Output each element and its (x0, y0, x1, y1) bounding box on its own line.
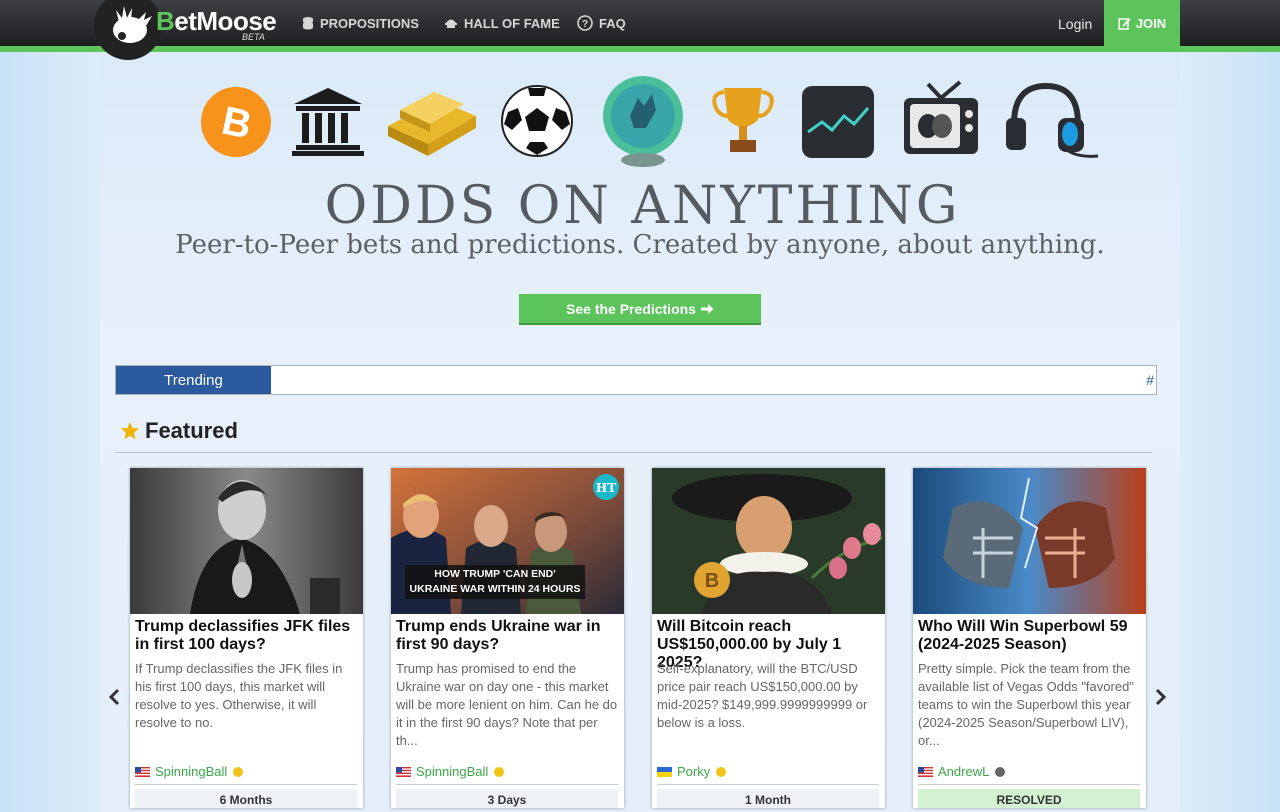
tv-theater-icon (904, 80, 978, 154)
us-flag-icon (918, 766, 933, 777)
featured-heading: Featured (121, 418, 238, 444)
prediction-card[interactable]: Trump declassifies JFK files in first 10… (130, 468, 363, 808)
nav-propositions[interactable]: PROPOSITIONS (302, 0, 419, 46)
card-author-name: AndrewL (938, 764, 990, 779)
card-divider (918, 784, 1140, 785)
moose-logo-icon (113, 6, 152, 43)
nav-faq[interactable]: ? FAQ (577, 0, 626, 46)
star-icon (121, 422, 139, 440)
bitcoin-icon: B (201, 87, 271, 157)
prediction-card[interactable]: HT HOW TRUMP 'CAN END' UKRAINE WAR WITHI… (391, 468, 624, 808)
brand-initial: B (156, 6, 175, 36)
superbowl-helmets-image (913, 468, 1146, 614)
featured-title: Featured (145, 418, 238, 443)
card-footer: 1 Month (657, 789, 879, 808)
card-divider (396, 784, 618, 785)
trump-ukraine-photo: HT HOW TRUMP 'CAN END' UKRAINE WAR WITHI… (391, 468, 624, 614)
jfk-photo (130, 468, 363, 614)
carousel-next-icon[interactable] (1155, 688, 1167, 706)
prediction-card[interactable]: B Will Bitcoin reach US$150,000.00 by Ju… (652, 468, 885, 808)
trending-label: Trending (116, 366, 271, 394)
ht-badge: HT (596, 481, 616, 495)
nav-faq-label: FAQ (599, 15, 626, 31)
see-predictions-label: See the Predictions (566, 300, 696, 317)
coins-icon (303, 17, 313, 30)
question-icon: ? (577, 15, 593, 31)
prediction-card[interactable]: Who Will Win Superbowl 59 (2024-2025 Sea… (913, 468, 1146, 808)
featured-divider (115, 452, 1152, 453)
arrow-right-icon (700, 303, 714, 314)
card-author[interactable]: SpinningBall (135, 764, 244, 779)
status-dot (233, 766, 244, 777)
edit-icon (1118, 17, 1131, 30)
gaming-headset-icon (1006, 82, 1099, 158)
ua-flag-icon (657, 766, 672, 777)
card-footer: RESOLVED (918, 789, 1140, 808)
card-description: Trump has promised to end the Ukraine wa… (396, 661, 618, 748)
trending-ticker[interactable]: # (1146, 372, 1154, 388)
card-author[interactable]: Porky (657, 764, 727, 779)
image-caption-line2: UKRAINE WAR WITHIN 24 HOURS (410, 583, 581, 595)
status-dot (716, 766, 727, 777)
login-link[interactable]: Login (1058, 16, 1092, 32)
card-author-name: Porky (677, 764, 711, 779)
us-flag-icon (396, 766, 411, 777)
svg-text:B: B (705, 570, 719, 592)
svg-text:?: ? (582, 19, 588, 30)
join-button[interactable]: JOIN (1104, 0, 1180, 46)
stock-chart-icon (802, 86, 874, 158)
card-image: HT HOW TRUMP 'CAN END' UKRAINE WAR WITHI… (391, 468, 624, 614)
category-icons: B (0, 76, 1280, 174)
carousel-prev-icon[interactable] (108, 688, 120, 706)
hall-icon (445, 19, 457, 28)
card-title[interactable]: Trump ends Ukraine war in first 90 days? (396, 618, 620, 654)
gold-bars-icon (388, 92, 476, 156)
card-description: Self-explanatory, will the BTC/USD price… (657, 661, 868, 730)
hero-title: ODDS ON ANYTHING (324, 176, 961, 236)
hero-subtitle: Peer-to-Peer bets and predictions. Creat… (175, 230, 1105, 260)
join-label: JOIN (1135, 15, 1167, 31)
card-image: B (652, 468, 885, 614)
crystal-ball-icon (603, 76, 683, 167)
card-footer: 3 Days (396, 789, 618, 808)
card-author-name: SpinningBall (416, 764, 489, 779)
nav-hall-of-fame-label: HALL OF FAME (464, 15, 560, 31)
card-divider (657, 784, 879, 785)
bitcoin-painting: B (652, 468, 885, 614)
card-description: If Trump declassifies the JFK files in h… (135, 661, 343, 730)
card-divider (135, 784, 357, 785)
card-description: Pretty simple. Pick the team from the av… (918, 661, 1134, 748)
card-author[interactable]: SpinningBall (396, 764, 505, 779)
bank-icon (292, 88, 364, 156)
beta-label: BETA (242, 32, 265, 42)
trophy-icon (712, 88, 774, 152)
see-predictions-button[interactable]: See the Predictions (519, 294, 761, 325)
card-title[interactable]: Who Will Win Superbowl 59 (2024-2025 Sea… (918, 618, 1142, 654)
us-flag-icon (135, 766, 150, 777)
nav-propositions-label: PROPOSITIONS (320, 15, 419, 31)
status-dot (995, 766, 1006, 777)
status-dot (494, 766, 505, 777)
card-image (913, 468, 1146, 614)
nav-hall-of-fame[interactable]: HALL OF FAME (444, 0, 560, 46)
trending-bar: Trending # (115, 365, 1157, 395)
soccer-ball-icon (501, 85, 573, 157)
card-author-name: SpinningBall (155, 764, 228, 779)
card-footer: 6 Months (135, 789, 357, 808)
card-image (130, 468, 363, 614)
card-title[interactable]: Trump declassifies JFK files in first 10… (135, 618, 359, 654)
image-caption-line1: HOW TRUMP 'CAN END' (434, 568, 555, 580)
card-author[interactable]: AndrewL (918, 764, 1006, 779)
